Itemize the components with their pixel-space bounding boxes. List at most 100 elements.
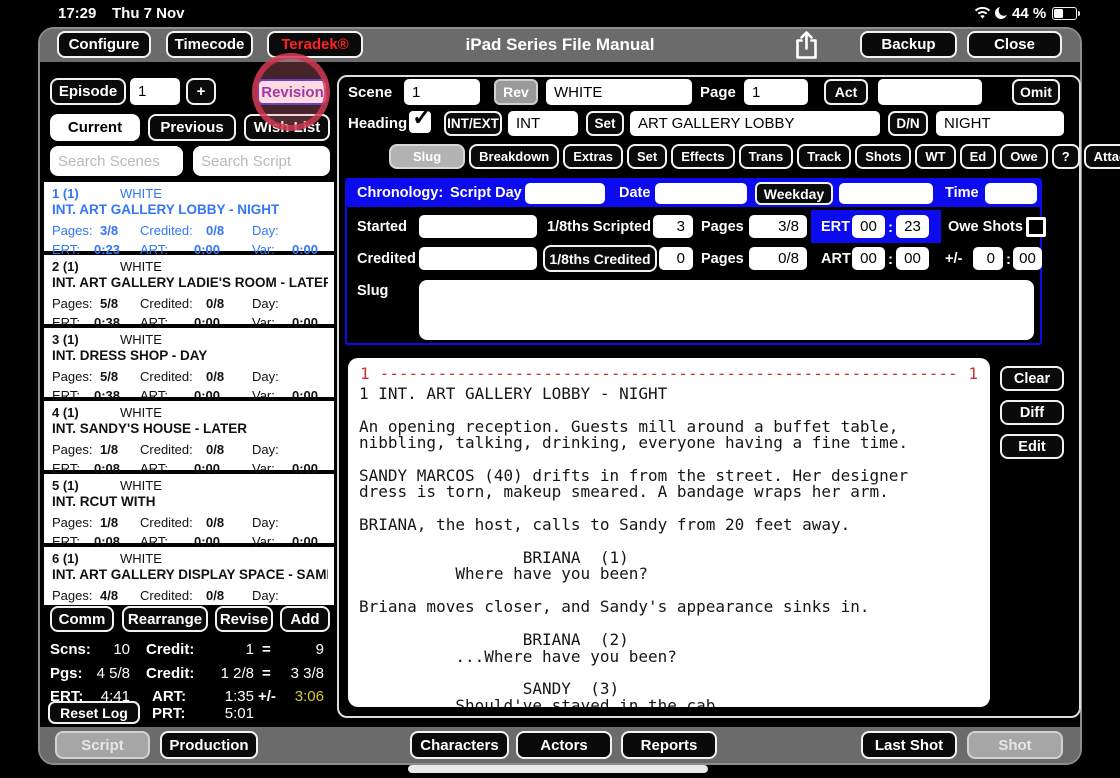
actors-button[interactable]: Actors xyxy=(516,731,612,759)
clear-button[interactable]: Clear xyxy=(1000,366,1064,391)
script-view[interactable]: 1 --------------------------------------… xyxy=(348,358,990,707)
set-field[interactable] xyxy=(630,111,880,136)
last-shot-button[interactable]: Last Shot xyxy=(861,731,957,759)
home-indicator[interactable] xyxy=(408,765,708,773)
scene-list-item-2[interactable]: 2 (1) WHITE INT. ART GALLERY LADIE'S ROOM… xyxy=(44,255,334,330)
comm-button[interactable]: Comm xyxy=(50,606,114,632)
revision-button[interactable]: Revision xyxy=(257,79,328,105)
pm-hours-field[interactable] xyxy=(973,247,1003,270)
set-button[interactable]: Set xyxy=(586,111,624,136)
day-night-button[interactable]: D/N xyxy=(888,111,928,136)
rev-button[interactable]: Rev xyxy=(494,79,538,105)
production-mode-button[interactable]: Production xyxy=(160,731,258,759)
tab-extras[interactable]: Extras xyxy=(563,144,623,169)
search-scenes-input[interactable] xyxy=(50,146,183,176)
tab-previous[interactable]: Previous xyxy=(148,114,236,141)
script-mode-button[interactable]: Script xyxy=(55,731,150,759)
reset-log-button[interactable]: Reset Log xyxy=(48,701,140,724)
add-episode-button[interactable]: + xyxy=(186,78,216,105)
configure-button[interactable]: Configure xyxy=(57,31,151,58)
tab-effects[interactable]: Effects xyxy=(671,144,735,169)
ert-hours-field[interactable] xyxy=(852,215,885,238)
art-total-value: 1:35 xyxy=(224,688,254,705)
eighths-scripted-field[interactable] xyxy=(653,215,693,238)
credited-label: Credited xyxy=(357,251,416,267)
time-field[interactable] xyxy=(985,183,1037,204)
pgs-value: 4 5/8 xyxy=(96,665,130,682)
add-scene-button[interactable]: Add xyxy=(280,606,330,632)
art-minutes-field[interactable] xyxy=(896,247,929,270)
owe-shots-checkbox[interactable] xyxy=(1026,217,1046,237)
heading-checkbox[interactable]: ✓ xyxy=(409,104,432,133)
art-total-label: ART: xyxy=(152,688,187,705)
revise-button[interactable]: Revise xyxy=(215,606,273,632)
scene-list-item-4[interactable]: 4 (1) WHITE INT. SANDY'S HOUSE - LATER Pa… xyxy=(44,401,334,476)
scene-list-item-5[interactable]: 5 (1) WHITE INT. RCUT WITH Pages: 1/8 Credi… xyxy=(44,474,334,549)
tab-wish-list[interactable]: Wish List xyxy=(244,114,330,141)
scene-list-item-1[interactable]: 1 (1) WHITE INT. ART GALLERY LOBBY - NIGH… xyxy=(44,182,334,257)
timecode-button[interactable]: Timecode xyxy=(166,31,253,58)
teradek-button[interactable]: Teradek® xyxy=(267,31,363,58)
tab-ed[interactable]: Ed xyxy=(959,144,997,169)
page-label: Page xyxy=(700,84,736,101)
act-button[interactable]: Act xyxy=(824,79,868,105)
scene-list-item-3[interactable]: 3 (1) WHITE INT. DRESS SHOP - DAY Pages: 5… xyxy=(44,328,334,403)
episode-button[interactable]: Episode xyxy=(50,78,126,105)
tab-question[interactable]: ? xyxy=(1051,144,1080,169)
script-day-field[interactable] xyxy=(525,183,605,204)
page-number-field[interactable] xyxy=(744,79,808,105)
prt-value: 5:01 xyxy=(224,705,254,722)
credit-pages-remaining: 3 3/8 xyxy=(290,665,324,682)
pages-credited-field[interactable] xyxy=(749,247,807,270)
script-text: 1 INT. ART GALLERY LOBBY - NIGHT An open… xyxy=(359,384,909,707)
reports-button[interactable]: Reports xyxy=(621,731,717,759)
tab-owe[interactable]: Owe xyxy=(1000,144,1048,169)
int-ext-button[interactable]: INT/EXT xyxy=(444,111,502,136)
pages-credited-label: Pages xyxy=(701,251,744,267)
weekday-field[interactable] xyxy=(839,183,933,204)
tab-current[interactable]: Current xyxy=(50,114,140,141)
slug-textarea[interactable] xyxy=(419,280,1034,340)
tab-track[interactable]: Track xyxy=(797,144,852,169)
tab-set[interactable]: Set xyxy=(627,144,668,169)
int-ext-field[interactable] xyxy=(508,111,578,136)
date-field[interactable] xyxy=(655,183,747,204)
day-night-field[interactable] xyxy=(936,111,1064,136)
shot-button[interactable]: Shot xyxy=(967,731,1063,759)
prt-label: PRT: xyxy=(152,705,186,722)
share-icon[interactable] xyxy=(793,30,820,65)
backup-button[interactable]: Backup xyxy=(860,31,957,58)
credit-scenes-value: 1 xyxy=(245,641,254,658)
episode-number-field[interactable] xyxy=(130,78,180,105)
omit-button[interactable]: Omit xyxy=(1012,79,1060,105)
characters-button[interactable]: Characters xyxy=(410,731,509,759)
scene-number-field[interactable] xyxy=(404,79,480,105)
credited-field[interactable] xyxy=(419,247,537,270)
started-field[interactable] xyxy=(419,215,537,238)
tab-attachments[interactable]: Attachments xyxy=(1083,144,1120,169)
tab-trans[interactable]: Trans xyxy=(738,144,794,169)
edit-button[interactable]: Edit xyxy=(1000,434,1064,459)
script-page-rule: 1 --------------------------------------… xyxy=(348,358,990,383)
tab-wt[interactable]: WT xyxy=(915,144,956,169)
revision-color-field[interactable] xyxy=(546,79,692,105)
tab-breakdown[interactable]: Breakdown xyxy=(469,144,560,169)
search-script-input[interactable] xyxy=(193,146,330,176)
tab-shots[interactable]: Shots xyxy=(855,144,912,169)
act-field[interactable] xyxy=(878,79,982,105)
eighths-credited-button[interactable]: 1/8ths Credited xyxy=(543,245,657,272)
credit-scenes-label: Credit: xyxy=(146,641,195,658)
ert-minutes-field[interactable] xyxy=(896,215,929,238)
weekday-button[interactable]: Weekday xyxy=(755,182,833,205)
rearrange-button[interactable]: Rearrange xyxy=(122,606,208,632)
tab-slug[interactable]: Slug xyxy=(389,144,466,169)
art-label: ART xyxy=(821,251,851,267)
diff-button[interactable]: Diff xyxy=(1000,400,1064,425)
pages-scripted-field[interactable] xyxy=(749,215,807,238)
close-button[interactable]: Close xyxy=(967,31,1062,58)
slug-section: Chronology: Script Day Date Weekday Time… xyxy=(345,178,1046,345)
art-hours-field[interactable] xyxy=(852,247,885,270)
eighths-credited-field[interactable] xyxy=(659,247,693,270)
pm-minutes-field[interactable] xyxy=(1013,247,1042,270)
scene-list-item-6[interactable]: 6 (1) WHITE INT. ART GALLERY DISPLAY SPAC… xyxy=(44,547,334,605)
